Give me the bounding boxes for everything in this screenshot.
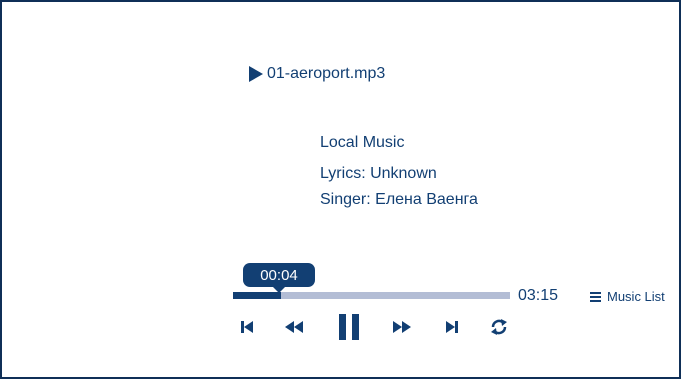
progress-fill — [233, 292, 281, 299]
fast-forward-icon — [393, 321, 411, 333]
next-track-button[interactable] — [443, 312, 461, 342]
skip-previous-icon — [241, 321, 253, 333]
music-list-button[interactable]: Music List — [590, 289, 665, 304]
pause-icon — [339, 314, 359, 340]
pause-button[interactable] — [335, 312, 363, 342]
fast-forward-button[interactable] — [391, 312, 413, 342]
play-indicator-icon — [249, 66, 263, 82]
lyrics-label: Lyrics: Unknown — [320, 165, 437, 182]
skip-next-icon — [446, 321, 458, 333]
total-time: 03:15 — [518, 287, 559, 304]
current-time-bubble: 00:04 — [243, 263, 315, 293]
singer-label: Singer: Елена Ваенга — [320, 191, 478, 208]
current-time: 00:04 — [260, 266, 298, 284]
rewind-button[interactable] — [283, 312, 305, 342]
list-icon — [590, 292, 601, 302]
now-playing-title: 01-aeroport.mp3 — [249, 65, 385, 83]
previous-track-button[interactable] — [238, 312, 256, 342]
progress-bar[interactable] — [233, 292, 510, 299]
rewind-icon — [285, 321, 303, 333]
repeat-button[interactable] — [488, 312, 510, 342]
album-label: Local Music — [320, 134, 405, 151]
music-list-label: Music List — [607, 289, 665, 304]
repeat-icon — [491, 319, 507, 335]
player-window: 01-aeroport.mp3 Local Music Lyrics: Unkn… — [0, 0, 681, 379]
track-name: 01-aeroport.mp3 — [267, 65, 386, 82]
